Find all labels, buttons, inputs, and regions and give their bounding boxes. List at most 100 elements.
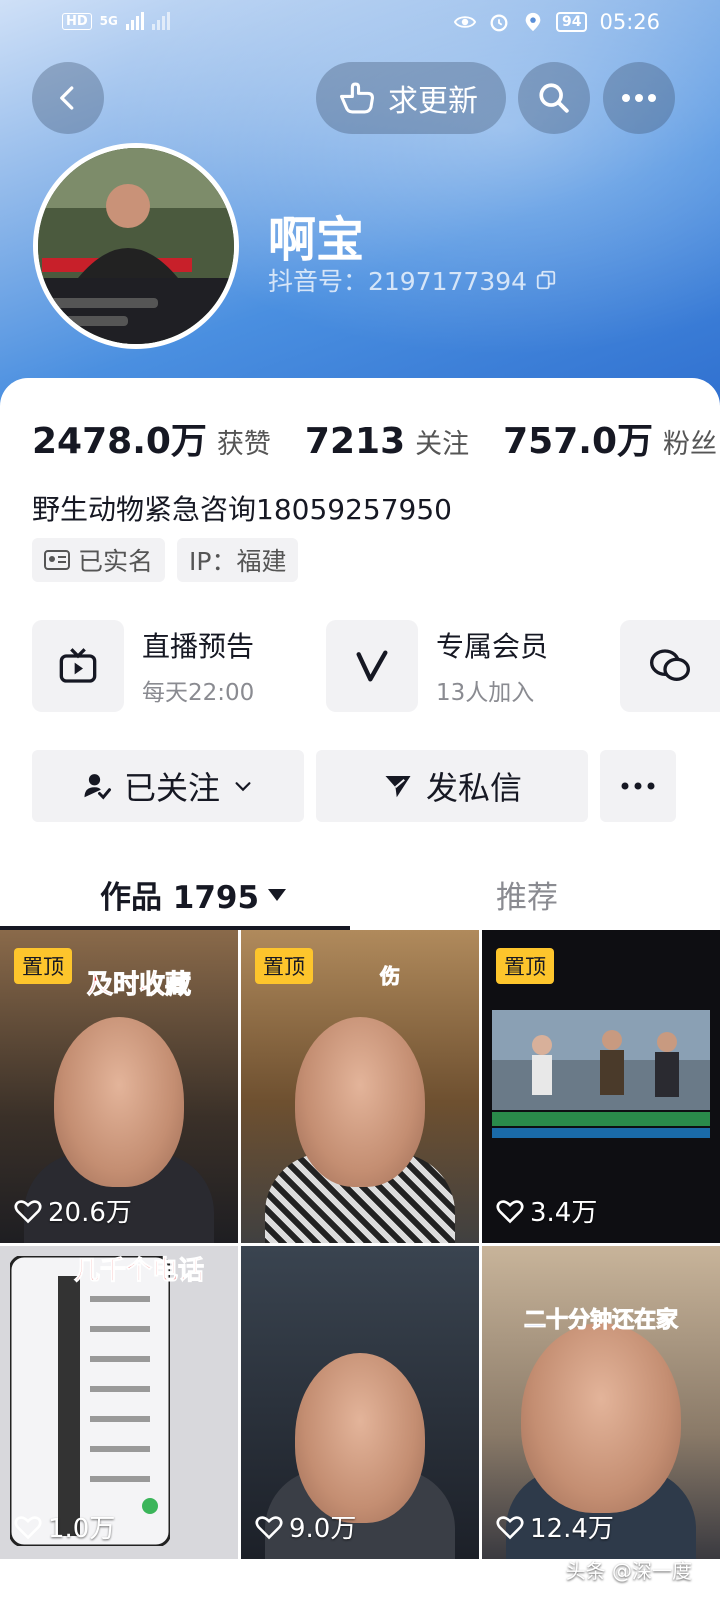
more-dots-icon — [621, 782, 655, 790]
heart-icon — [496, 1199, 524, 1223]
send-icon — [385, 776, 411, 798]
video-likes-count: 12.4万 — [530, 1514, 614, 1544]
caret-down-icon — [268, 888, 287, 901]
network-type: 5G — [99, 14, 118, 28]
following-label: 关注 — [415, 429, 470, 460]
membership-title: 专属会员 — [436, 630, 549, 663]
stats-row: 2478.0万 获赞 7213 关注 757.0万 粉丝 — [32, 412, 717, 464]
location-icon — [525, 12, 541, 32]
video-likes: 3.4万 — [496, 1192, 597, 1229]
action-more-button[interactable] — [600, 750, 676, 822]
heart-icon — [14, 1515, 42, 1539]
video-thumbnail-face — [54, 1016, 184, 1187]
feature-icon-box — [326, 620, 418, 712]
tv-screen-image — [492, 1010, 710, 1138]
request-update-label: 求更新 — [388, 84, 478, 119]
avatar[interactable] — [33, 143, 239, 349]
phone-call-log-image — [10, 1256, 170, 1546]
more-button[interactable] — [603, 62, 675, 134]
video-caption: 及时收藏 — [86, 970, 191, 1001]
group-chat-entry[interactable] — [620, 620, 720, 712]
ip-tag: IP：福建 — [177, 538, 299, 582]
douyin-id[interactable]: 抖音号：2197177394 — [268, 262, 557, 298]
chat-bubbles-icon — [650, 649, 691, 681]
video-caption: 伤 — [380, 964, 401, 989]
heart-icon — [496, 1515, 524, 1539]
followed-label: 已关注 — [123, 769, 220, 807]
send-message-label: 发私信 — [425, 769, 522, 807]
video-likes: 1.0万 — [14, 1508, 115, 1545]
video-likes-count: 20.6万 — [48, 1198, 132, 1228]
ip-label: IP：福建 — [189, 547, 287, 576]
heart-icon — [14, 1199, 42, 1223]
profile-tags: 已实名 IP：福建 — [32, 538, 299, 582]
search-button[interactable] — [518, 62, 590, 134]
battery-indicator: 94 — [555, 12, 588, 32]
tv-icon — [59, 648, 97, 683]
video-thumbnail-face — [295, 1016, 425, 1187]
verified-label: 已实名 — [78, 547, 154, 576]
search-icon — [539, 83, 569, 113]
avatar-image — [38, 148, 234, 344]
profile-name: 啊宝 — [268, 212, 365, 268]
douyin-id-text: 抖音号：2197177394 — [268, 267, 528, 296]
signal-2-icon — [151, 12, 170, 30]
video-tile[interactable]: 置顶 3.4万 — [482, 930, 720, 1243]
status-bar: HD 5G 94 05:26 — [0, 0, 720, 50]
membership-entry[interactable]: 专属会员 13人加入 — [326, 620, 548, 712]
alarm-icon — [490, 14, 508, 32]
feature-icon-box — [32, 620, 124, 712]
likes-label: 获赞 — [216, 429, 271, 460]
video-tile[interactable]: 二十分钟还在家 12.4万 — [482, 1246, 720, 1559]
eye-icon — [453, 16, 476, 28]
feature-icon-box — [620, 620, 720, 712]
live-preview-entry[interactable]: 直播预告 每天22:00 — [32, 620, 254, 712]
chevron-down-icon — [235, 782, 251, 792]
back-button[interactable] — [32, 62, 104, 134]
tab-works[interactable]: 作品 1795 — [100, 872, 287, 917]
pointing-hand-icon — [339, 82, 374, 114]
video-likes-count: 3.4万 — [530, 1198, 598, 1228]
followers-label: 粉丝 — [663, 429, 717, 460]
followed-button[interactable]: 已关注 — [32, 750, 304, 822]
likes-count[interactable]: 2478.0万 — [32, 412, 207, 464]
home-indicator[interactable] — [236, 1582, 484, 1590]
content-tabs: 作品 1795 推荐 — [0, 860, 720, 930]
video-likes: 20.6万 — [14, 1192, 132, 1229]
video-tile[interactable]: 置顶 及时收藏 20.6万 — [0, 930, 238, 1243]
hd-indicator: HD — [62, 12, 92, 30]
heart-icon — [255, 1515, 283, 1539]
pinned-badge: 置顶 — [496, 948, 554, 984]
membership-subtitle: 13人加入 — [436, 680, 535, 706]
more-dots-icon — [622, 94, 656, 102]
user-check-icon — [84, 774, 111, 800]
video-likes: 9.0万 — [255, 1508, 356, 1545]
profile-page: HD 5G 94 05:26 求更新 啊宝 抖音号：2197177394 247… — [0, 0, 720, 1600]
video-tile[interactable]: 置顶 伤 — [241, 930, 479, 1243]
live-preview-subtitle: 每天22:00 — [142, 680, 255, 706]
signal-icon — [125, 12, 144, 30]
request-update-button[interactable]: 求更新 — [316, 62, 506, 134]
video-thumbnail-face — [295, 1352, 425, 1523]
followers-count[interactable]: 757.0万 — [503, 412, 653, 464]
video-likes: 12.4万 — [496, 1508, 614, 1545]
live-preview-title: 直播预告 — [142, 630, 255, 663]
video-grid: 置顶 及时收藏 20.6万 置顶 伤 置顶 3.4万 几千个电话 1.0万 9.… — [0, 930, 720, 1600]
tab-works-label: 作品 1795 — [100, 880, 260, 916]
video-likes-count: 9.0万 — [289, 1514, 357, 1544]
send-message-button[interactable]: 发私信 — [316, 750, 588, 822]
watermark: 头条 @深一度 — [565, 1559, 692, 1583]
copy-icon[interactable] — [535, 269, 557, 291]
tab-recommend[interactable]: 推荐 — [496, 872, 558, 917]
video-tile[interactable]: 几千个电话 1.0万 — [0, 1246, 238, 1559]
chevron-left-icon — [60, 86, 74, 110]
v-icon — [356, 650, 388, 682]
clock: 05:26 — [599, 10, 660, 34]
video-thumbnail-face — [521, 1322, 681, 1513]
following-count[interactable]: 7213 — [305, 421, 405, 462]
id-card-icon — [44, 550, 70, 570]
video-caption: 几千个电话 — [73, 1256, 204, 1287]
verified-tag: 已实名 — [32, 538, 166, 582]
bio-text: 野生动物紧急咨询18059257950 — [32, 493, 452, 526]
video-tile[interactable]: 9.0万 — [241, 1246, 479, 1559]
